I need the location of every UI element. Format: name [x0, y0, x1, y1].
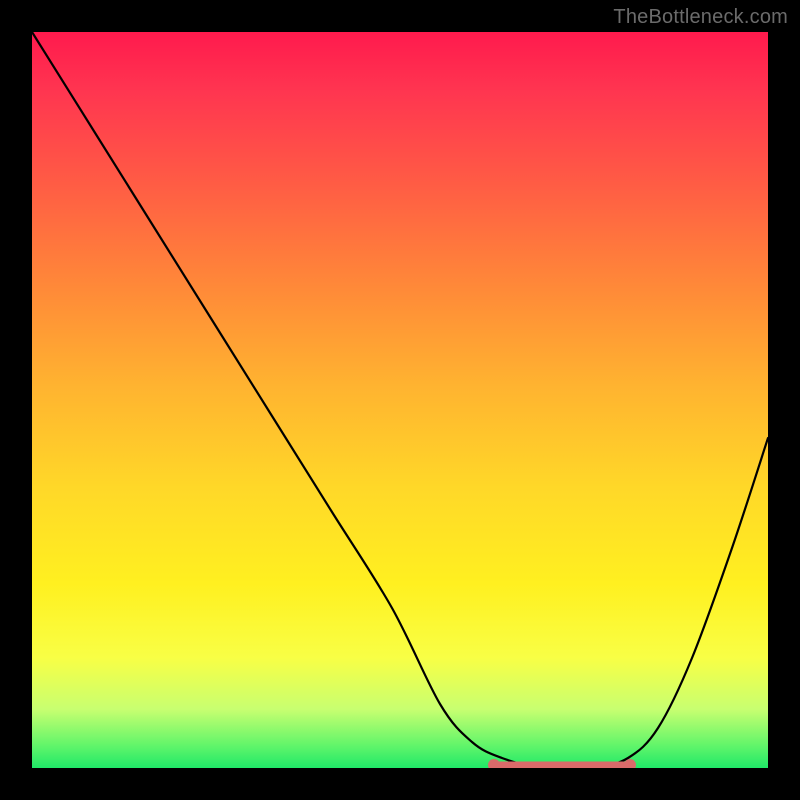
flat-segment-dot-left [488, 759, 500, 768]
chart-frame: TheBottleneck.com [0, 0, 800, 800]
curve-layer [32, 32, 768, 768]
plot-area [32, 32, 768, 768]
watermark-text: TheBottleneck.com [613, 6, 788, 29]
bottleneck-curve [32, 32, 768, 768]
